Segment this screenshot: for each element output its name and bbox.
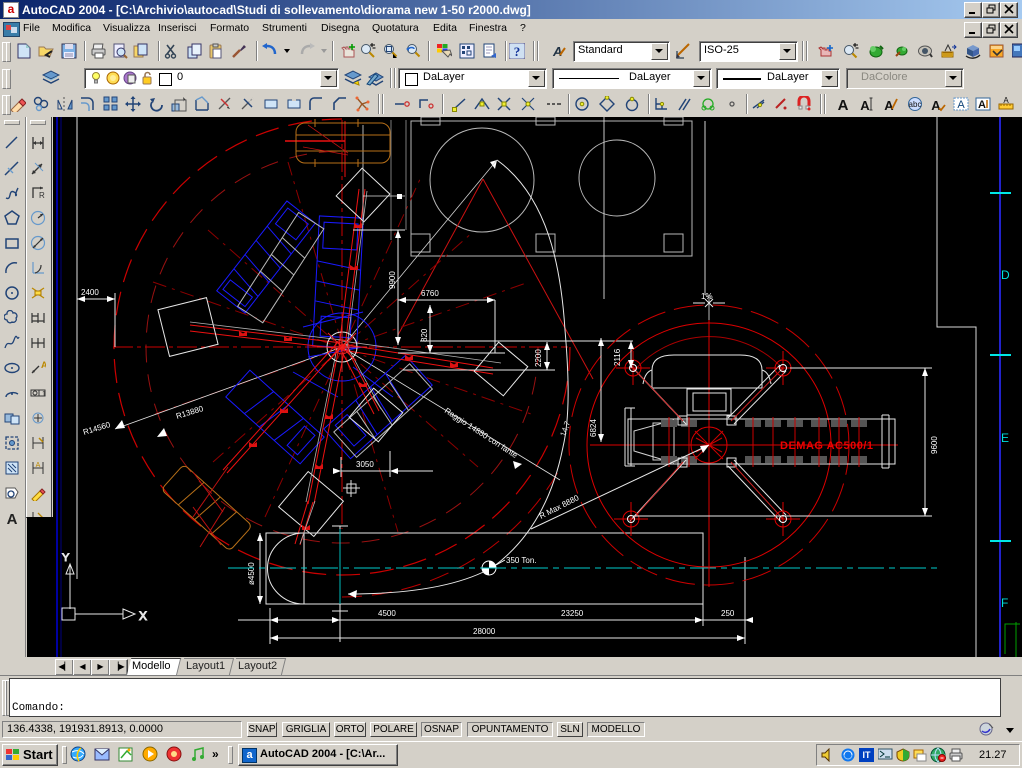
- svg-text:1%: 1%: [701, 292, 713, 301]
- svg-text:A: A: [838, 97, 849, 112]
- svg-text:A: A: [978, 99, 986, 111]
- svg-text:A: A: [860, 98, 870, 112]
- svg-text:X: X: [139, 609, 147, 623]
- svg-text:6824: 6824: [589, 419, 598, 437]
- svg-text:23250: 23250: [561, 609, 584, 618]
- svg-text:E: E: [1001, 431, 1009, 445]
- svg-text:2116: 2116: [613, 348, 622, 366]
- svg-text:A: A: [36, 462, 41, 469]
- svg-text:A: A: [884, 98, 894, 112]
- svg-text:Y: Y: [62, 552, 70, 564]
- svg-text:250: 250: [721, 609, 735, 618]
- svg-text:3050: 3050: [356, 460, 374, 469]
- svg-text:D: D: [1001, 268, 1010, 282]
- svg-text:A: A: [552, 44, 562, 59]
- svg-text:28000: 28000: [473, 627, 496, 636]
- svg-text:A: A: [1003, 96, 1009, 105]
- svg-text:DEMAG AC500/1: DEMAG AC500/1: [780, 440, 874, 452]
- svg-text:9900: 9900: [388, 271, 397, 289]
- svg-text:2400: 2400: [81, 288, 99, 297]
- svg-text:4500: 4500: [378, 609, 396, 618]
- svg-text:A: A: [7, 511, 18, 526]
- svg-text:1: 1: [42, 391, 46, 398]
- svg-text:abc: abc: [909, 100, 922, 109]
- svg-text:A: A: [957, 99, 965, 111]
- svg-text:2200: 2200: [534, 349, 543, 367]
- svg-text:F: F: [1001, 596, 1008, 610]
- svg-text:6760: 6760: [421, 289, 439, 298]
- svg-text:9600: 9600: [930, 436, 939, 454]
- svg-text:350 Ton.: 350 Ton.: [506, 556, 537, 565]
- svg-text:A: A: [41, 360, 46, 370]
- svg-text:820: 820: [420, 328, 429, 342]
- svg-text:?: ?: [514, 44, 521, 59]
- svg-text:ø4500: ø4500: [247, 562, 256, 585]
- svg-text:R: R: [39, 191, 45, 200]
